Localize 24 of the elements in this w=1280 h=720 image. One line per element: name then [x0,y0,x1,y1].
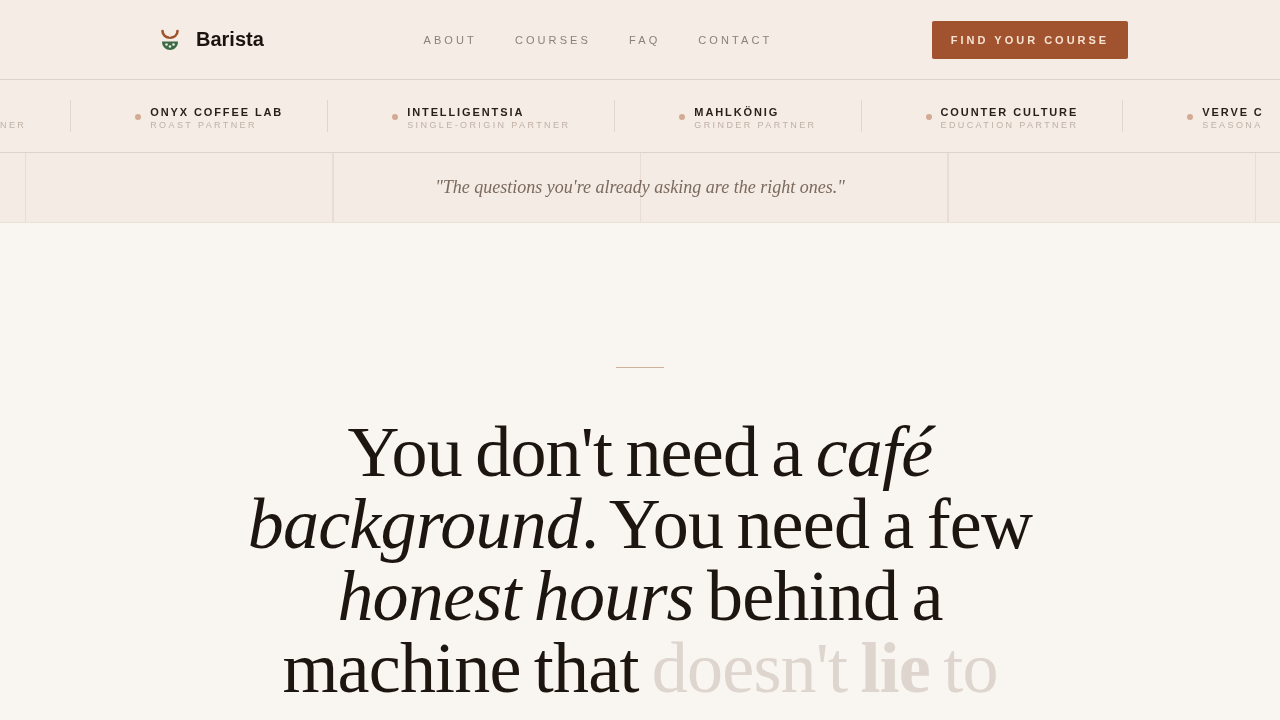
partner-name: ONYX COFFEE LAB [150,105,284,118]
partner-role: ROAST PARTNER [150,118,258,131]
partner-name: COUNTER CULTURE [940,105,1079,118]
nav-link[interactable]: FAQ [629,33,661,46]
partner-role: SINGLE-ORIGIN PARTNER [407,118,571,131]
bullet-dot-icon [679,113,686,120]
partner-name: MAHLKÖNIG [694,105,780,118]
partner-role: GRINDER PARTNER [694,118,817,131]
nav-link[interactable]: ABOUT [423,33,477,46]
find-course-button[interactable]: FIND YOUR COURSE [932,20,1128,59]
partner-role: SEASONA [1202,118,1264,131]
logo-icon [160,28,180,51]
partner-role: NER [0,118,27,131]
bullet-dot-icon [392,113,399,120]
brand-name[interactable]: Barista [196,28,264,51]
partner-name: VERVE C [1202,105,1264,118]
quote-text: "The questions you're already asking are the right ones." [435,177,845,198]
bullet-dot-icon [135,113,142,120]
bullet-dot-icon [925,113,932,120]
nav-link[interactable]: CONTACT [698,33,773,46]
partner-name: INTELLIGENTSIA [407,105,525,118]
partner-role: EDUCATION PARTNER [940,118,1079,131]
bullet-dot-icon [1187,113,1194,120]
nav-link[interactable]: COURSES [514,33,591,46]
